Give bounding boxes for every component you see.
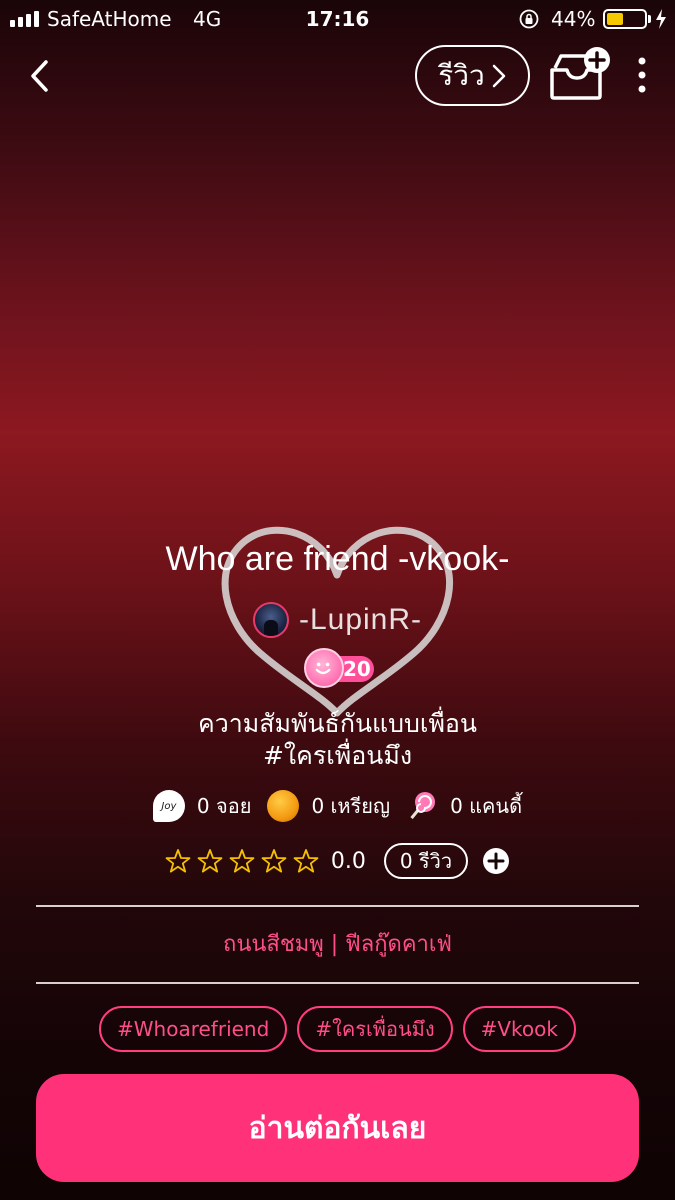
- tag-whoarefriend[interactable]: #Whoarefriend: [99, 1006, 288, 1052]
- review-button-label: รีวิว: [438, 58, 485, 92]
- coin-icon: [267, 790, 300, 822]
- coin-count: 0 เหรียญ: [311, 794, 391, 818]
- tags-row: #Whoarefriend #ใครเพื่อนมึง #Vkook: [0, 1006, 675, 1052]
- charging-bolt-icon: [656, 9, 666, 29]
- rotation-lock-icon: [519, 9, 539, 29]
- divider: [36, 905, 639, 907]
- star-icon[interactable]: [165, 848, 191, 874]
- author-name[interactable]: -LupinR-: [299, 603, 422, 637]
- star-icon[interactable]: [293, 848, 319, 874]
- add-review-icon[interactable]: [482, 847, 510, 875]
- tag-vkook[interactable]: #Vkook: [462, 1006, 576, 1052]
- stats-row: Joy 0 จอย 0 เหรียญ 0 แคนดี้: [0, 790, 675, 822]
- category-link[interactable]: ถนนสีชมพู | ฟีลกู๊ดคาเฟ่: [0, 926, 675, 961]
- coin-stat: 0 เหรียญ: [267, 790, 390, 822]
- chevron-right-icon: [492, 64, 505, 87]
- joy-count: 0 จอย: [196, 794, 252, 818]
- divider: [36, 982, 639, 984]
- rating-row: 0.0 0 รีวิว: [0, 843, 675, 879]
- joy-stat: Joy 0 จอย: [152, 790, 252, 822]
- smiley-face-icon: [304, 648, 344, 688]
- description-hashtag: #ใครเพื่อนมึง: [262, 741, 413, 770]
- review-count-button[interactable]: 0 รีวิว: [383, 843, 469, 879]
- battery-icon: [603, 9, 647, 29]
- author-row[interactable]: -LupinR-: [0, 602, 675, 638]
- battery-percent: 44%: [551, 7, 596, 31]
- level-badge: 20: [304, 648, 374, 688]
- level-number: 20: [343, 657, 371, 681]
- tag-who-is-your-friend[interactable]: #ใครเพื่อนมึง: [297, 1006, 453, 1052]
- status-bar: SafeAtHome 4G 17:16 44%: [0, 0, 675, 38]
- rating-value: 0.0: [330, 848, 366, 874]
- continue-reading-button[interactable]: อ่านต่อกันเลย: [36, 1074, 639, 1182]
- star-icon[interactable]: [197, 848, 223, 874]
- star-icon[interactable]: [261, 848, 287, 874]
- review-button[interactable]: รีวิว: [415, 45, 530, 106]
- candy-stat: 0 แคนดี้: [406, 790, 522, 822]
- book-title: Who are friend -vkook-: [165, 540, 510, 578]
- back-chevron-icon[interactable]: [26, 58, 54, 94]
- more-options-icon[interactable]: [633, 55, 651, 95]
- add-to-library-icon[interactable]: [549, 46, 611, 102]
- rating-stars[interactable]: [165, 848, 319, 874]
- book-description: ความสัมพันธ์กันแบบเพื่อน #ใครเพื่อนมึง: [0, 708, 675, 772]
- joy-icon: Joy: [152, 790, 185, 822]
- star-icon[interactable]: [229, 848, 255, 874]
- author-avatar[interactable]: [252, 602, 289, 638]
- lollipop-icon: [408, 792, 436, 822]
- description-line: ความสัมพันธ์กันแบบเพื่อน: [197, 709, 478, 738]
- candy-count: 0 แคนดี้: [450, 794, 523, 818]
